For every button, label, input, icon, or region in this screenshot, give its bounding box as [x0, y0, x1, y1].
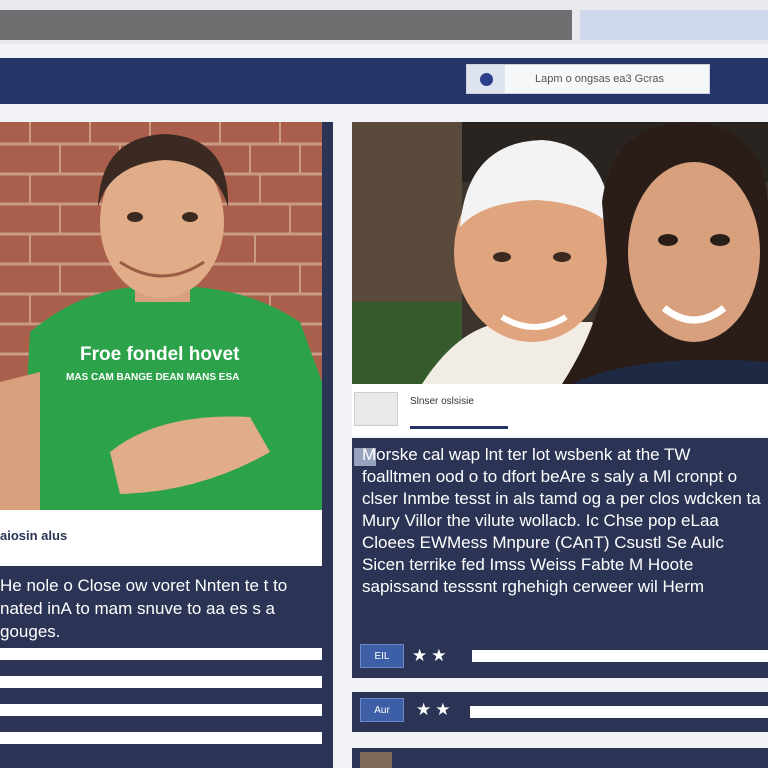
search-placeholder: Lapm o ongsas ea3 Gcras [535, 73, 665, 85]
right-post-body: Morske cal wap lnt ter lot wsbenk at the… [352, 438, 768, 678]
right-post-author-bar: Slnser oslsisie [352, 384, 768, 436]
placeholder-line [0, 704, 322, 716]
right-post-text: Morske cal wap lnt ter lot wsbenk at the… [362, 445, 761, 596]
toolbar-area [580, 10, 768, 40]
photo-couple [352, 122, 768, 384]
placeholder-line [0, 732, 322, 744]
left-post-caption: He nole o Close ow voret Nnten te t to n… [0, 576, 288, 641]
rating-stars[interactable]: ★★ [412, 646, 450, 666]
link-button-2[interactable]: Aur [360, 698, 404, 722]
right-post-row: Aur ★★ [352, 692, 768, 732]
post-photo-right[interactable] [352, 122, 768, 384]
link-button[interactable]: EIL [360, 644, 404, 668]
right-post-author[interactable]: Slnser oslsisie [410, 396, 474, 407]
author-underline [410, 426, 508, 429]
thumbnail[interactable] [360, 752, 392, 768]
shirt-text-2: MAS CAM BANGE DEAN MANS ESA [66, 372, 239, 383]
right-post-row-bottom [352, 748, 768, 768]
browser-top-strip [0, 0, 768, 44]
rating-stars-2[interactable]: ★★ [416, 700, 454, 720]
search-input[interactable]: Lapm o ongsas ea3 Gcras [466, 64, 710, 94]
search-icon[interactable] [467, 65, 505, 93]
photo-man-green-shirt: Froe fondel hovet MAS CAM BANGE DEAN MAN… [0, 122, 322, 512]
placeholder-line [470, 706, 768, 718]
post-photo-left[interactable]: Froe fondel hovet MAS CAM BANGE DEAN MAN… [0, 122, 322, 512]
shirt-text-1: Froe fondel hovet [80, 344, 240, 365]
placeholder-line [0, 676, 322, 688]
address-bar[interactable] [0, 10, 572, 40]
left-post-meta: aiosin alus [0, 510, 322, 566]
placeholder-line [472, 650, 768, 662]
placeholder-line [0, 648, 322, 660]
left-post-author[interactable]: aiosin alus [0, 528, 67, 543]
avatar[interactable] [354, 392, 398, 426]
right-post-actions: EIL ★★ [360, 644, 450, 668]
